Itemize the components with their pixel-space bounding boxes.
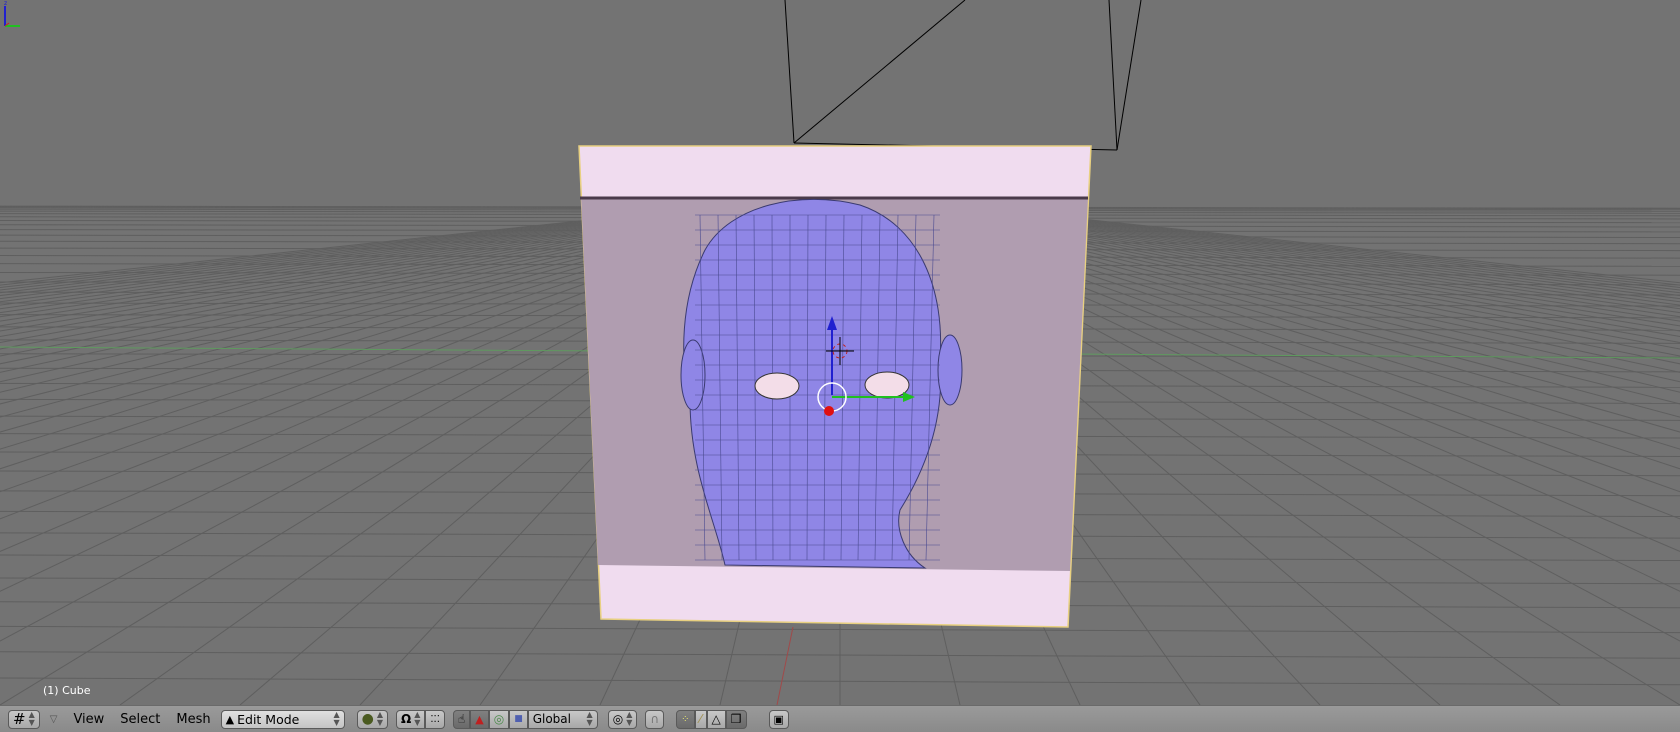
orientation-label: Global (532, 712, 571, 726)
edit-mode-icon: ▲ (225, 712, 235, 726)
proportional-edit-icon: ◎ (612, 712, 624, 726)
ear-left (680, 339, 706, 411)
menu-mesh[interactable]: Mesh (170, 712, 216, 727)
scale-toggle[interactable]: ◎ (488, 709, 510, 729)
proportional-edit-selector[interactable]: ◎ ▲ ▼ (607, 709, 638, 729)
pivot-icon: Ω (401, 712, 412, 726)
rotate-icon: ▲ (475, 712, 484, 726)
edge-select-icon: ⁄ (699, 712, 702, 726)
axis-gizmo-icon: z (4, 0, 20, 27)
camera-wire (1116, 0, 1142, 151)
face-select-button[interactable]: △ (706, 709, 726, 729)
vertex-select-icon: ⁘ (681, 713, 690, 725)
rotate-toggle[interactable]: ▲ (470, 709, 489, 729)
transform-space-toggle[interactable]: ■ (509, 709, 528, 729)
translate-icon: ☝ (457, 712, 466, 726)
ear-right (937, 334, 963, 406)
camera-wire (784, 0, 795, 144)
mode-label: Edit Mode (237, 711, 300, 727)
x-axis-line (776, 626, 794, 705)
svg-text:z: z (4, 0, 7, 7)
snap-toggle[interactable]: ∩ (645, 709, 665, 729)
menu-select[interactable]: Select (114, 712, 166, 727)
translate-toggle[interactable]: ☝ (452, 709, 471, 729)
3d-viewport[interactable]: z (1) Cube (0, 0, 1680, 705)
occlude-geometry-button[interactable]: ❒ (725, 709, 747, 729)
proportional-icon: ■ (514, 714, 523, 724)
pivot-selector[interactable]: Ω ▲ ▼ (396, 709, 426, 729)
mode-selector[interactable]: ▲ Edit Mode ▲ ▼ (220, 709, 345, 729)
render-icon: ▣ (773, 712, 784, 726)
x-manipulator-dot (824, 406, 834, 416)
viewport-shading-selector[interactable]: ● ▲ ▼ (356, 709, 389, 729)
edge-select-button[interactable]: ⁄ (694, 709, 707, 729)
vertex-select-button[interactable]: ⁘ (676, 709, 695, 729)
scene-canvas[interactable] (0, 0, 1680, 705)
active-object-label: (1) Cube (43, 684, 91, 697)
camera-wire (793, 0, 966, 144)
camera-wire (1108, 0, 1118, 151)
editor-type-selector[interactable]: # ▲ ▼ (8, 709, 40, 729)
menu-view[interactable]: View (67, 712, 110, 727)
render-preview-button[interactable]: ▣ (768, 709, 789, 729)
shading-icon: ● (361, 711, 374, 727)
occlude-icon: ❒ (730, 712, 742, 726)
view3d-header: # ▲ ▼ ▽ View Select Mesh ▲ Edit Mode ▲ ▼ ● ▲… (0, 705, 1680, 732)
face-select-icon: △ (711, 712, 721, 726)
eye-right (864, 371, 910, 399)
snap-magnet-icon: ∩ (650, 712, 660, 726)
scale-icon: ◎ (493, 712, 505, 726)
collapse-menu-icon[interactable]: ▽ (50, 714, 58, 725)
grid-icon: # (13, 710, 26, 728)
manipulator-toggle[interactable]: ⁚⁚⁚ (425, 709, 445, 729)
manipulator-icon: ⁚⁚⁚ (430, 713, 440, 725)
orientation-selector[interactable]: Global ▲ ▼ (527, 709, 598, 729)
eye-left (754, 372, 800, 400)
